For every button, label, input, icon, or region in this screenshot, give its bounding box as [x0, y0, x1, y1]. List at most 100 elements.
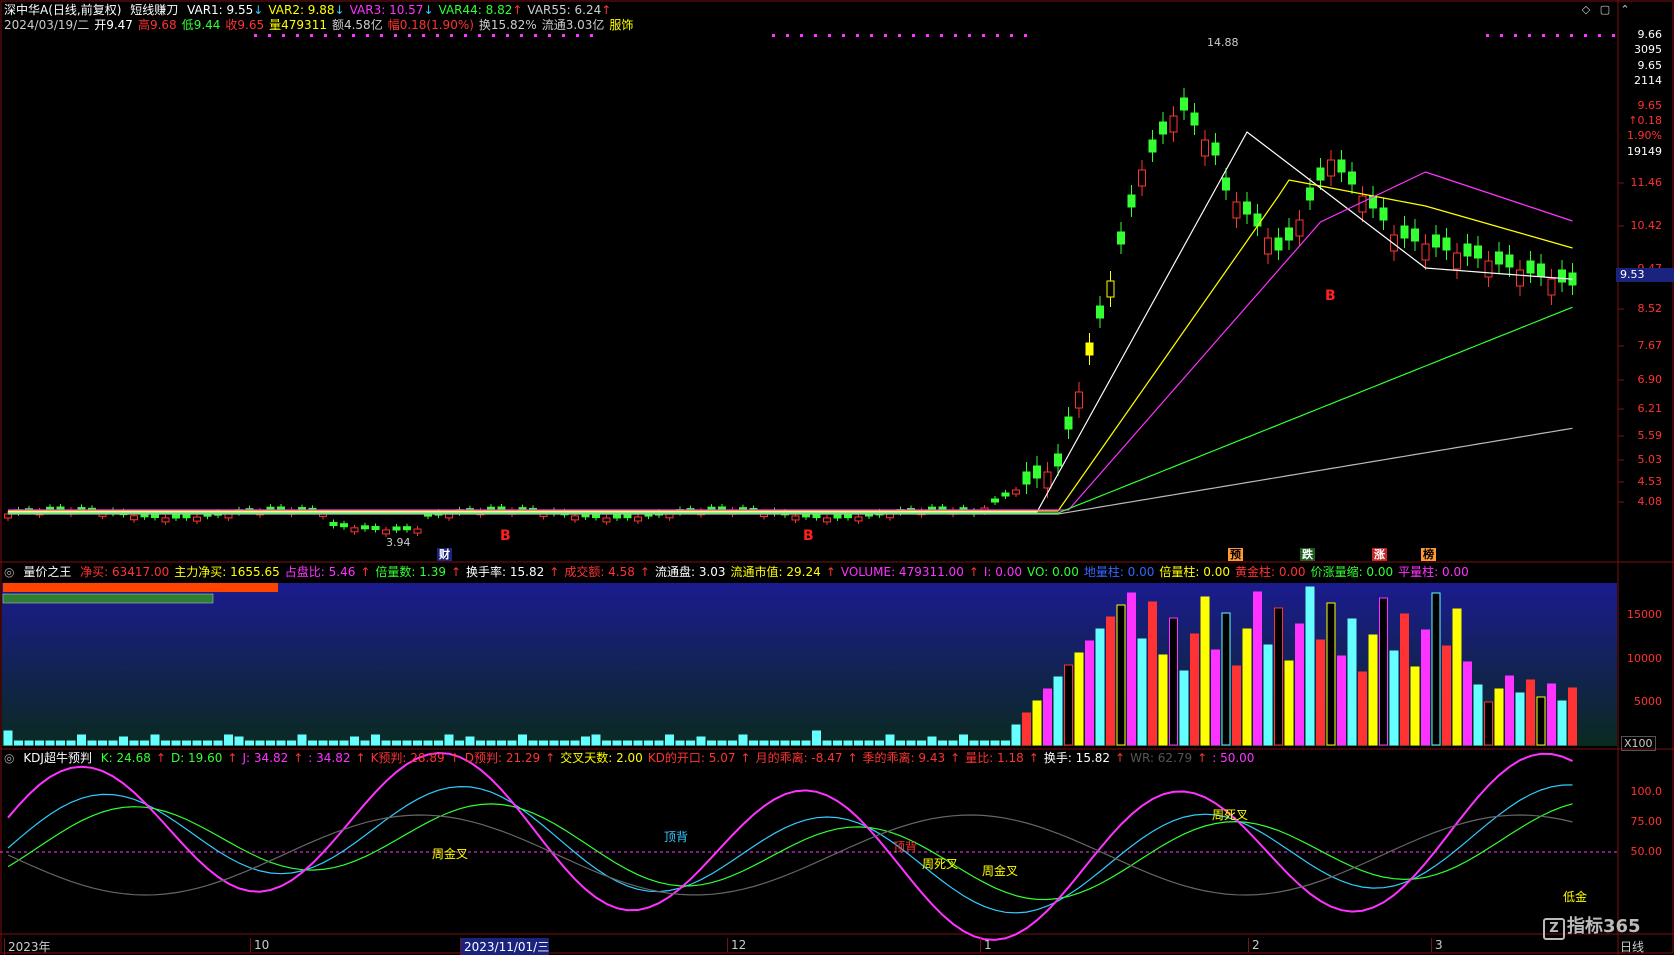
candle-body [382, 529, 390, 535]
volume-bar [549, 740, 559, 746]
volume-bar [108, 740, 118, 746]
vol-indicator: VO: 0.00 [1027, 565, 1079, 579]
candle-body [1337, 159, 1346, 173]
candle-body [1558, 269, 1566, 283]
vol-unit: X100 [1621, 736, 1656, 751]
quote-summary-value: ↑0.18 [1628, 114, 1662, 127]
top-dot-marker [1542, 34, 1545, 37]
panel-menu-icon[interactable]: ◎ [4, 751, 14, 765]
volume-bar [1389, 650, 1399, 746]
price-tick-label: 11.46 [1630, 176, 1663, 189]
frame [0, 0, 1674, 954]
volume-bar [77, 734, 86, 746]
kdj-tick-label: 100.0 [1630, 785, 1663, 798]
event-badge-rise[interactable]: 涨 [1372, 548, 1387, 561]
candle-body [340, 523, 348, 528]
event-badge-finance[interactable]: 财 [437, 548, 452, 561]
candle-body [172, 514, 180, 519]
kdj-indicator: ↑ [1115, 751, 1126, 765]
kdj-indicator: ↑ [1197, 751, 1208, 765]
candle-body [1169, 115, 1178, 133]
volume-bar [1032, 700, 1042, 746]
candle-body [991, 498, 999, 503]
event-badge-forecast[interactable]: 预 [1228, 548, 1243, 561]
time-tick-label: 2023年 [4, 938, 51, 955]
time-tick-label: 3 [1431, 938, 1443, 952]
panel-menu-icon[interactable]: ◎ [4, 565, 14, 579]
kdj-indicator: : 34.82 [308, 751, 351, 765]
candle-body [161, 517, 170, 523]
volume-bar [518, 734, 527, 746]
volume-bar [350, 736, 359, 746]
top-dot-marker [1514, 34, 1517, 37]
volume-bar [1106, 616, 1115, 746]
volume-bar [1253, 591, 1262, 746]
volume-bar [1001, 740, 1010, 746]
time-tick-label: 2 [1248, 938, 1260, 952]
top-dot-marker [898, 34, 901, 37]
top-dot-marker [1500, 34, 1503, 37]
kdj-panel-title[interactable]: KDJ超牛预判 [23, 751, 92, 765]
top-dot-marker [926, 34, 929, 37]
volume-bar [885, 734, 895, 746]
volume-bar [1221, 612, 1231, 746]
candle-body [413, 528, 422, 534]
vol-indicator: 成交额: 4.58 [564, 565, 635, 579]
vol-indicator: 流通市值: 29.24 [730, 565, 821, 579]
price-tick-label: 6.21 [1637, 402, 1663, 415]
kdj-indicator: ↑ [545, 751, 556, 765]
volume-bar [56, 740, 65, 746]
vol-indicator: 主力净买: 1655.65 [174, 565, 280, 579]
top-dot-marker [562, 34, 565, 37]
price-tick-label: 4.53 [1637, 475, 1663, 488]
volume-bar [770, 740, 779, 746]
volume-bar [591, 734, 601, 746]
vol-panel-title[interactable]: 量价之王 [23, 565, 71, 579]
volume-bar [245, 740, 254, 746]
vol-indicator: 黄金柱: 0.00 [1234, 565, 1306, 579]
volume-bar [927, 736, 937, 746]
volume-bar [612, 740, 622, 746]
kdj-wr-line [7, 814, 1573, 896]
kdj-indicator: ↑ [355, 751, 366, 765]
kdj-indicator: J: 34.82 [242, 751, 289, 765]
top-dot-marker [1528, 34, 1531, 37]
top-dot-marker [464, 34, 467, 37]
volume-bar [812, 730, 821, 746]
candle-body [844, 514, 852, 519]
vol-tick-label: 15000 [1627, 608, 1662, 621]
vol-indicator: ↑ [639, 565, 650, 579]
volume-bar [119, 736, 128, 746]
top-dot-marker [856, 34, 859, 37]
event-badge-fall[interactable]: 跌 [1300, 548, 1315, 561]
quote-summary-value: 1.90% [1627, 129, 1662, 142]
vol-indicator: 倍量柱: 0.00 [1159, 565, 1230, 579]
candle-body [1274, 237, 1283, 251]
event-badge-list[interactable]: 榜 [1421, 548, 1436, 561]
volume-bar [560, 740, 569, 746]
candle-body [392, 526, 401, 531]
kdj-indicator: ↑ [293, 751, 304, 765]
candle-body [1358, 195, 1367, 213]
kdj-annotation: 顶背 [893, 840, 918, 854]
candle-body [350, 527, 359, 533]
buy-signal-b: B [500, 528, 511, 544]
volume-bar [1085, 640, 1094, 746]
volume-bar [434, 740, 443, 746]
period-label[interactable]: 日线 [1620, 938, 1644, 955]
volume-bar [1379, 597, 1388, 746]
ma-var2-line [8, 179, 1573, 512]
volume-bar [507, 740, 517, 746]
candle-body [1316, 167, 1325, 181]
kdj-tick-label: 50.00 [1630, 845, 1663, 858]
volume-bar [1158, 654, 1168, 746]
top-dot-marker [268, 34, 271, 37]
volume-bar [602, 740, 611, 746]
volume-bar [1074, 652, 1084, 746]
volume-bar [87, 740, 97, 746]
price-chart[interactable] [0, 0, 1674, 955]
volume-bar [1536, 696, 1546, 746]
volume-bar [1326, 602, 1336, 746]
volume-bar [717, 740, 727, 746]
volume-bar [1526, 679, 1535, 746]
